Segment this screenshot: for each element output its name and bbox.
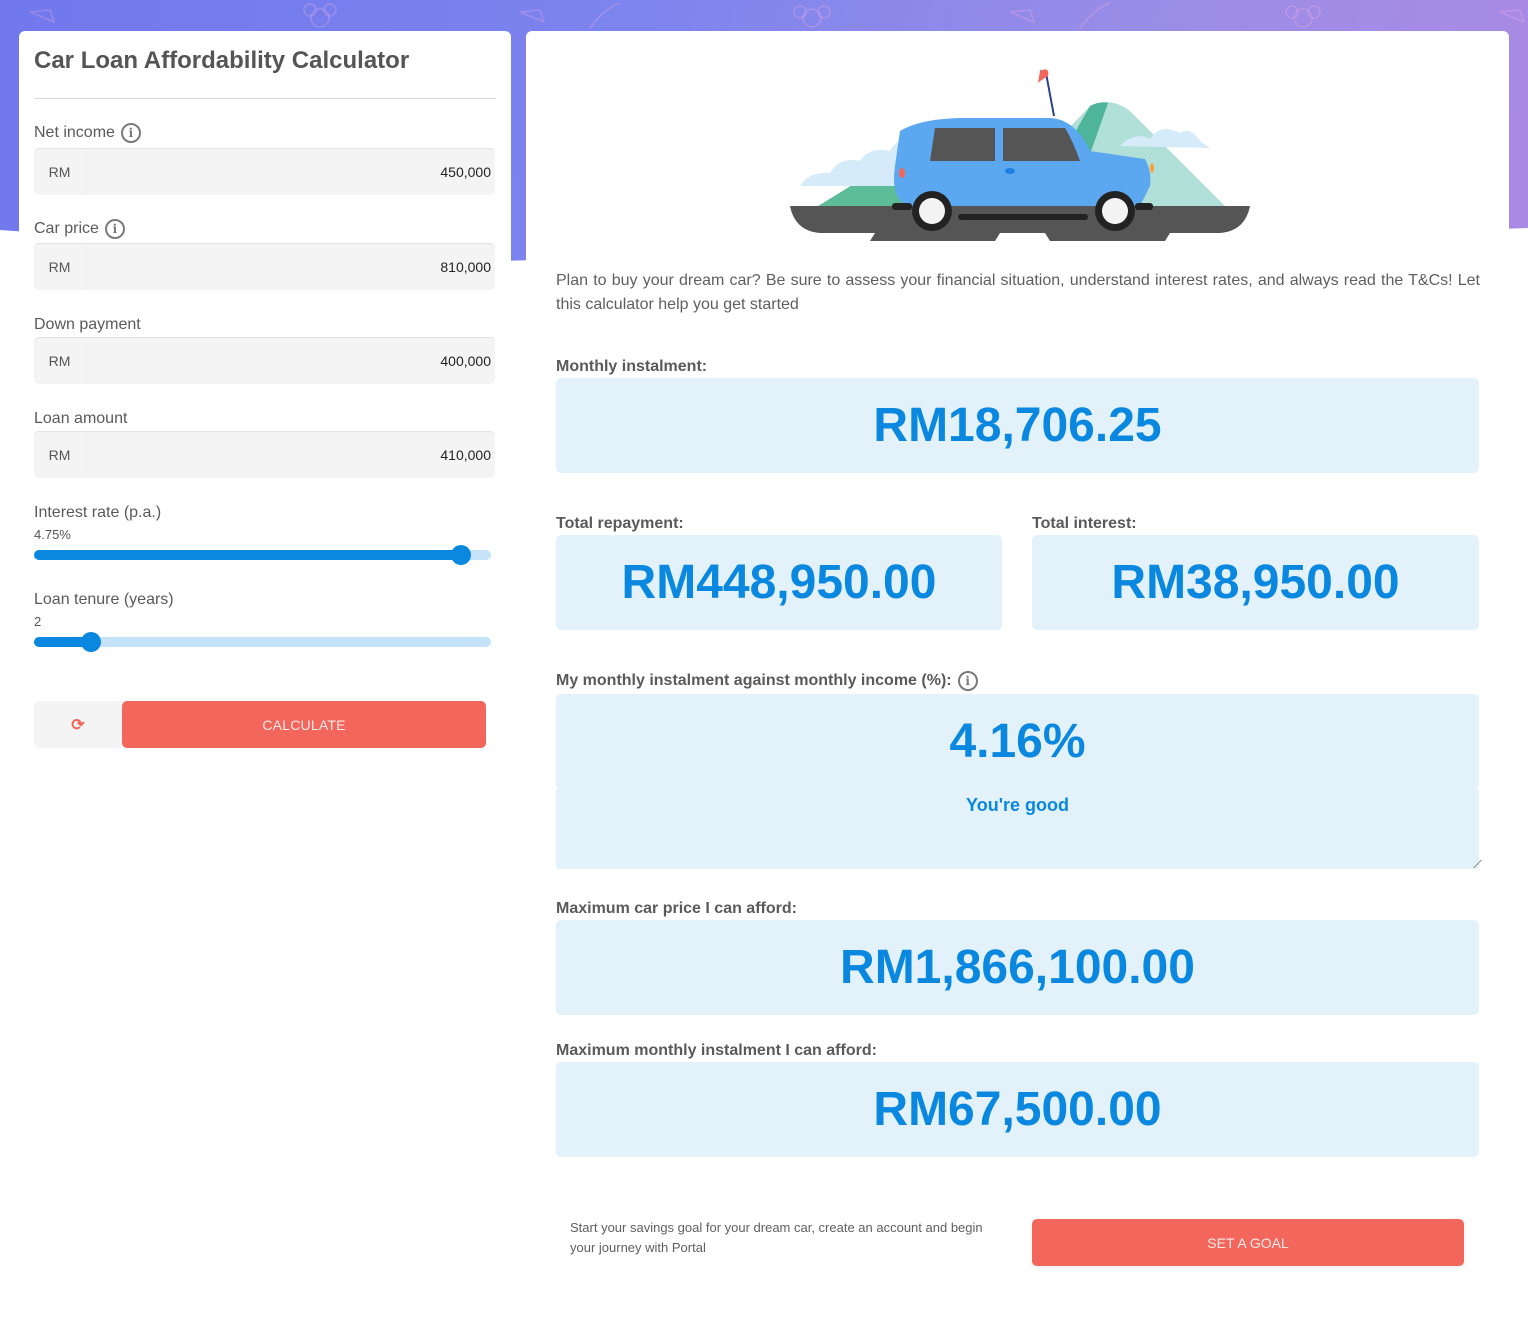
- interest-rate-label: Interest rate (p.a.): [34, 504, 162, 521]
- down-payment-label: Down payment: [34, 316, 141, 334]
- loan-amount-input[interactable]: [86, 446, 495, 463]
- instalment-income-label: My monthly instalment against monthly in…: [556, 671, 978, 691]
- net-income-input[interactable]: [86, 163, 495, 180]
- total-repayment-value: RM448,950.00: [621, 556, 937, 609]
- net-income-label: Net income i: [34, 123, 141, 143]
- car-price-input[interactable]: [86, 258, 495, 275]
- total-repayment-result: RM448,950.00: [556, 535, 1002, 630]
- instalment-income-label-text: My monthly instalment against monthly in…: [556, 672, 952, 689]
- intro-text: Plan to buy your dream car? Be sure to a…: [556, 272, 1480, 313]
- slider-fill: [34, 550, 462, 560]
- down-payment-label-text: Down payment: [34, 316, 141, 333]
- interest-rate-value: 4.75%: [34, 527, 71, 542]
- car-illustration: [790, 69, 1250, 241]
- net-income-input-group: RM: [34, 148, 495, 195]
- currency-prefix: RM: [34, 431, 86, 478]
- max-monthly-instalment-result: RM67,500.00: [556, 1062, 1479, 1157]
- monthly-instalment-label: Monthly instalment:: [556, 358, 708, 375]
- car-price-label-text: Car price: [34, 220, 99, 237]
- info-icon[interactable]: i: [957, 671, 978, 691]
- page-title: Car Loan Affordability Calculator: [34, 47, 410, 74]
- resize-handle[interactable]: [1466, 860, 1482, 868]
- car-price-label: Car price i: [34, 219, 125, 239]
- down-payment-input[interactable]: [86, 352, 495, 369]
- loan-amount-label: Loan amount: [34, 410, 127, 428]
- total-repayment-label: Total repayment:: [556, 515, 684, 532]
- refresh-icon: ⟳: [71, 716, 85, 734]
- info-icon[interactable]: i: [120, 123, 141, 143]
- total-interest-value: RM38,950.00: [1111, 556, 1400, 609]
- loan-amount-label-text: Loan amount: [34, 410, 128, 427]
- loan-amount-input-group: RM: [34, 431, 495, 478]
- max-monthly-instalment-label: Maximum monthly instalment I can afford:: [556, 1042, 877, 1059]
- down-payment-input-group: RM: [34, 337, 495, 384]
- currency-prefix: RM: [34, 243, 86, 290]
- calculate-button[interactable]: CALCULATE: [122, 701, 486, 748]
- currency-prefix: RM: [34, 337, 86, 384]
- car-price-input-group: RM: [34, 243, 495, 290]
- net-income-label-text: Net income: [34, 124, 115, 141]
- slider-handle[interactable]: [81, 632, 102, 652]
- max-car-price-value: RM1,866,100.00: [840, 941, 1195, 994]
- info-icon[interactable]: i: [104, 219, 125, 239]
- set-goal-button[interactable]: SET A GOAL: [1032, 1219, 1464, 1266]
- goal-text: Start your savings goal for your dream c…: [570, 1220, 983, 1255]
- loan-tenure-value: 2: [34, 614, 42, 629]
- affordability-status-textarea[interactable]: You're good: [556, 789, 1482, 869]
- loan-tenure-slider[interactable]: [34, 632, 491, 652]
- slider-handle[interactable]: [451, 545, 472, 565]
- loan-tenure-label: Loan tenure (years): [34, 591, 174, 608]
- instalment-income-value: 4.16%: [949, 715, 1086, 768]
- affordability-status: You're good: [966, 795, 1069, 815]
- calculator-form-card: Car Loan Affordability Calculator Net in…: [19, 31, 511, 791]
- total-interest-result: RM38,950.00: [1032, 535, 1479, 630]
- title-divider: [34, 98, 496, 99]
- monthly-instalment-value: RM18,706.25: [873, 399, 1162, 452]
- max-car-price-label: Maximum car price I can afford:: [556, 900, 797, 917]
- reset-button[interactable]: ⟳: [34, 701, 122, 748]
- total-interest-label: Total interest:: [1032, 515, 1137, 532]
- monthly-instalment-result: RM18,706.25: [556, 378, 1479, 473]
- results-card: Plan to buy your dream car? Be sure to a…: [526, 31, 1509, 1331]
- max-car-price-result: RM1,866,100.00: [556, 920, 1479, 1015]
- currency-prefix: RM: [34, 148, 86, 195]
- interest-rate-slider[interactable]: [34, 545, 491, 565]
- max-monthly-instalment-value: RM67,500.00: [873, 1083, 1162, 1136]
- instalment-income-result: 4.16%: [556, 694, 1479, 789]
